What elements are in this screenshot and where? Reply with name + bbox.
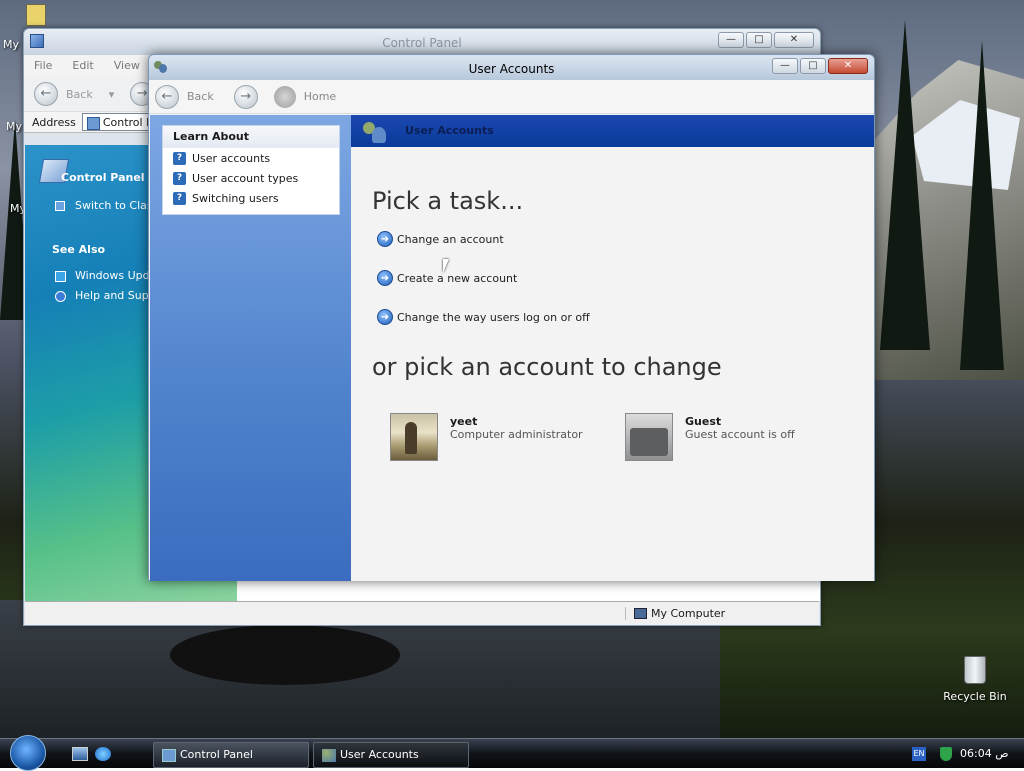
user-accounts-main: User Accounts Pick a task... ➜ Change an… bbox=[351, 115, 874, 581]
account-tile[interactable]: Guest Guest account is off bbox=[625, 413, 795, 461]
switch-view-icon bbox=[55, 201, 65, 211]
my-computer-icon bbox=[634, 608, 647, 619]
account-tile[interactable]: yeet Computer administrator bbox=[390, 413, 583, 461]
task-label[interactable]: Create a new account bbox=[397, 272, 517, 285]
internet-explorer-icon[interactable] bbox=[95, 747, 111, 761]
user-accounts-icon bbox=[322, 749, 336, 762]
desktop-icon-label[interactable]: My bbox=[3, 38, 19, 51]
system-tray: EN 06:04 ص bbox=[904, 739, 1024, 769]
show-desktop-icon[interactable] bbox=[72, 747, 88, 761]
mouse-cursor bbox=[443, 259, 455, 273]
user-accounts-icon bbox=[363, 119, 393, 145]
header-band: User Accounts bbox=[351, 115, 874, 147]
minimize-button[interactable]: — bbox=[718, 32, 744, 48]
user-accounts-window[interactable]: User Accounts — □ ✕ ← Back → Home Learn … bbox=[148, 54, 875, 581]
arrow-right-icon: ➜ bbox=[377, 270, 393, 286]
back-arrow-icon[interactable]: ← bbox=[155, 84, 179, 109]
recycle-bin-icon bbox=[964, 656, 986, 684]
switch-to-classic-view-link[interactable]: Switch to Class bbox=[75, 199, 155, 212]
learn-item[interactable]: ? User account types bbox=[163, 168, 339, 188]
pick-task-heading: Pick a task... bbox=[372, 187, 524, 215]
taskbar-button-label: User Accounts bbox=[340, 748, 419, 761]
close-button[interactable]: ✕ bbox=[828, 58, 868, 74]
task-label[interactable]: Change the way users log on or off bbox=[397, 311, 590, 324]
forward-arrow-icon[interactable]: → bbox=[233, 84, 258, 109]
home-users-icon[interactable] bbox=[273, 85, 296, 108]
arrow-right-icon: ➜ bbox=[377, 231, 393, 247]
help-topic-icon: ? bbox=[173, 191, 186, 205]
back-button-label[interactable]: Back bbox=[187, 90, 214, 103]
recycle-bin-label: Recycle Bin bbox=[943, 690, 1007, 703]
task-pane-heading: Control Panel bbox=[61, 171, 145, 184]
help-icon bbox=[55, 291, 66, 302]
band-title: User Accounts bbox=[405, 124, 494, 137]
help-and-support-link[interactable]: Help and Suppo bbox=[75, 289, 155, 302]
window-title: User Accounts bbox=[468, 62, 555, 76]
taskbar: Control Panel User Accounts EN 06:04 ص bbox=[0, 735, 1024, 771]
maximize-button[interactable]: □ bbox=[746, 32, 772, 48]
security-shield-icon[interactable] bbox=[940, 747, 952, 761]
chess-icon bbox=[390, 413, 438, 461]
learn-about-box: Learn About ? User accounts ? User account… bbox=[162, 125, 340, 215]
minimize-button[interactable]: — bbox=[772, 58, 798, 74]
arrow-right-icon: ➜ bbox=[377, 309, 393, 325]
maximize-button[interactable]: □ bbox=[800, 58, 826, 74]
background-rock bbox=[170, 625, 400, 685]
account-name: Guest bbox=[685, 415, 722, 428]
menu-view[interactable]: View bbox=[114, 59, 140, 73]
taskbar-button-control-panel[interactable]: Control Panel bbox=[153, 742, 309, 768]
learn-item[interactable]: ? Switching users bbox=[163, 188, 339, 208]
windows-update-icon bbox=[55, 271, 66, 282]
pick-account-heading: or pick an account to change bbox=[372, 353, 722, 381]
clock[interactable]: 06:04 ص bbox=[960, 747, 1009, 760]
help-topic-icon: ? bbox=[173, 151, 186, 165]
desktop-icon-label[interactable]: My bbox=[6, 120, 22, 133]
learn-item[interactable]: ? User accounts bbox=[163, 148, 339, 168]
window-title: Control Panel bbox=[382, 36, 462, 50]
briefcase-icon bbox=[625, 413, 673, 461]
start-button[interactable] bbox=[10, 735, 46, 771]
account-description: Computer administrator bbox=[450, 428, 583, 441]
see-also-heading: See Also bbox=[52, 243, 106, 256]
navigation-bar: ← Back → Home bbox=[149, 80, 874, 114]
task-link[interactable]: ➜ Change an account bbox=[377, 231, 504, 247]
menu-edit[interactable]: Edit bbox=[72, 59, 93, 73]
address-label: Address bbox=[32, 115, 76, 129]
close-button[interactable]: ✕ bbox=[774, 32, 814, 48]
help-topic-icon: ? bbox=[173, 171, 186, 185]
back-arrow-icon[interactable]: ← bbox=[34, 82, 58, 106]
learn-about-pane: Learn About ? User accounts ? User account… bbox=[150, 115, 351, 581]
status-zone: My Computer bbox=[625, 607, 773, 620]
user-accounts-titlebar[interactable]: User Accounts — □ ✕ bbox=[149, 55, 874, 80]
taskbar-button-user-accounts[interactable]: User Accounts bbox=[313, 742, 469, 768]
content-area bbox=[237, 579, 820, 601]
learn-item-label[interactable]: User accounts bbox=[192, 152, 270, 165]
learn-item-label[interactable]: Switching users bbox=[192, 192, 279, 205]
account-name: yeet bbox=[450, 415, 478, 428]
control-panel-titlebar[interactable]: Control Panel — □ ✕ bbox=[24, 29, 820, 55]
home-button-label[interactable]: Home bbox=[304, 90, 336, 103]
account-description: Guest account is off bbox=[685, 428, 795, 441]
recycle-bin[interactable]: Recycle Bin bbox=[940, 656, 1010, 703]
taskbar-button-label: Control Panel bbox=[180, 748, 253, 761]
task-link[interactable]: ➜ Change the way users log on or off bbox=[377, 309, 590, 325]
back-button-label[interactable]: Back bbox=[66, 88, 93, 101]
control-panel-icon bbox=[162, 749, 176, 762]
status-location: My Computer bbox=[651, 607, 726, 620]
windows-update-link[interactable]: Windows Upda bbox=[75, 269, 155, 282]
status-bar: My Computer bbox=[25, 601, 819, 625]
language-indicator[interactable]: EN bbox=[912, 747, 926, 761]
task-label[interactable]: Change an account bbox=[397, 233, 504, 246]
learn-item-label[interactable]: User account types bbox=[192, 172, 298, 185]
chevron-down-icon[interactable]: ▾ bbox=[109, 88, 115, 101]
menu-file[interactable]: File bbox=[34, 59, 52, 73]
learn-about-heading: Learn About bbox=[163, 126, 339, 148]
folder-icon[interactable] bbox=[26, 4, 46, 26]
